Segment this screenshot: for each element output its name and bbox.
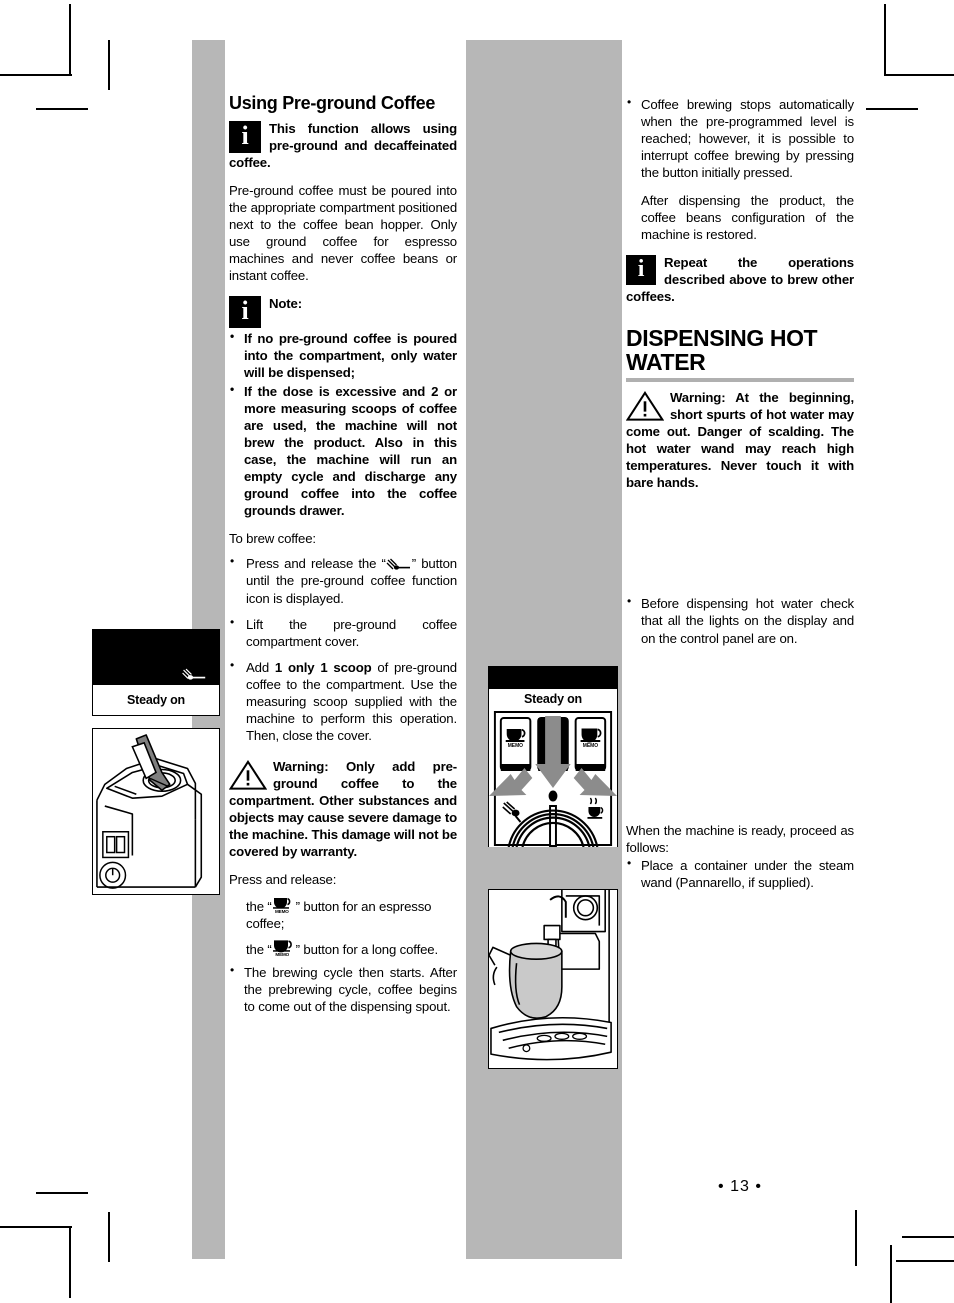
check-lights-list: Before dispensing hot water check that a… — [626, 594, 854, 646]
info-callout-pre-ground: i This function allows using pre-ground a… — [229, 120, 457, 171]
crop-mark-bottom-left-v — [69, 1226, 71, 1298]
pre-ground-coffee-button-icon — [386, 558, 410, 571]
svg-text:MEMO: MEMO — [275, 909, 289, 914]
long-coffee-memo-button-icon: MEMO — [272, 940, 292, 957]
figure-caption: Steady on — [489, 689, 617, 710]
ready-steps-list: Place a container under the steam wand (… — [626, 856, 854, 891]
figure-caption: Steady on — [93, 685, 219, 715]
info-icon: i — [229, 120, 261, 153]
warning-triangle-icon — [626, 391, 664, 421]
info-callout-text: This function allows using pre-ground an… — [229, 120, 457, 170]
step-text-before: Press and release the “ — [246, 556, 386, 572]
section-heading-using-pre-ground-coffee: Using Pre-ground Coffee — [229, 93, 436, 113]
crop-mark-bottom-right-tick-v — [890, 1245, 892, 1301]
crop-mark-bottom-right-tick-h — [902, 1236, 954, 1238]
page-title-line-2: WATER — [626, 348, 706, 375]
info-callout-text: Repeat the operations described above to… — [626, 255, 854, 305]
page-title: DISPENSING HOT WATER — [626, 327, 854, 374]
line-text-after: ” button for a long coffee. — [295, 942, 438, 958]
crop-mark-top-left-v — [69, 4, 71, 76]
line-text-before: the “ — [246, 942, 272, 958]
figure-container-under-steam-wand — [488, 889, 618, 1069]
note-list: If no pre-ground coffee is poured into t… — [229, 329, 457, 519]
press-release-espresso-line: the “ MEMO ” button for an espresso coff… — [229, 895, 457, 932]
manual-page: Using Pre-ground Coffee i This function a… — [0, 0, 954, 1303]
warning-callout-pre-ground: Warning: Only add pre-ground coffee to t… — [229, 758, 457, 860]
note-callout: i Note: — [229, 295, 457, 329]
figure-pre-ground-coffee-display: Steady on — [92, 629, 220, 716]
crop-mark-bottom-left-inner-h — [36, 1192, 88, 1194]
ready-intro-line-2: follows: — [626, 839, 669, 855]
info-callout-repeat: i Repeat the operations described above t… — [626, 254, 854, 305]
crop-mark-bottom-right-outer-v — [855, 1210, 857, 1266]
title-rule — [626, 378, 854, 383]
figure-control-panel: Steady on MEMO MEMO — [488, 688, 618, 847]
crop-mark-top-left-inner-h — [36, 108, 88, 110]
brew-intro: To brew coffee: — [229, 531, 316, 547]
crop-mark-bottom-right-outer-h — [896, 1260, 954, 1262]
note-label: Note: — [269, 296, 302, 312]
paragraph-pre-ground-instructions: Pre-ground coffee must be poured into th… — [229, 182, 457, 284]
background-band-middle — [466, 40, 622, 1259]
press-release-long-coffee-line: the “ MEMO ” button for a long coffee. — [229, 938, 457, 958]
memo-label: MEMO — [508, 743, 523, 749]
list-item: Coffee brewing stops automatically when … — [626, 95, 854, 181]
list-item: The brewing cycle then starts. After the… — [229, 963, 457, 1015]
brew-steps-list: Press and release the “ ” button until t… — [229, 554, 457, 744]
left-text-column: Using Pre-ground Coffee i This function a… — [229, 93, 457, 1026]
crop-mark-bottom-left-h — [0, 1226, 72, 1228]
list-item: Before dispensing hot water check that a… — [626, 594, 854, 646]
crop-mark-top-right-v — [884, 4, 886, 76]
control-panel-illustration: MEMO MEMO — [489, 710, 617, 847]
step-emphasis: 1 only 1 scoop — [274, 659, 372, 675]
jug-illustration — [489, 890, 617, 1068]
page-title-line-1: DISPENSING HOT — [626, 325, 818, 352]
ready-intro-line-1: When the machine is ready, proceed as — [626, 822, 854, 838]
line-text-before: the “ — [246, 898, 272, 914]
step-text-before: Add — [246, 659, 275, 675]
brewing-stops-list: Coffee brewing stops automatically when … — [626, 95, 854, 181]
crop-mark-top-right-inner-h — [866, 108, 918, 110]
crop-mark-top-left-h — [0, 74, 72, 76]
memo-label: MEMO — [583, 743, 598, 749]
espresso-memo-button-icon: MEMO — [272, 897, 291, 914]
warning-callout-hot-water: Warning: At the beginning, short spurts … — [626, 389, 854, 491]
page-number: • 13 • — [718, 1178, 762, 1195]
right-text-column: Coffee brewing stops automatically when … — [626, 95, 854, 902]
info-icon: i — [626, 255, 656, 286]
warning-triangle-icon — [229, 759, 267, 790]
figure-pre-ground-compartment-scoop — [92, 728, 220, 895]
crop-mark-top-left-inner-v — [108, 40, 110, 90]
press-and-release-intro: Press and release: — [229, 871, 337, 887]
info-icon: i — [229, 296, 261, 329]
final-bullet-list: The brewing cycle then starts. After the… — [229, 963, 457, 1015]
list-item-lift-cover: Lift the pre-ground coffee compartment c… — [229, 615, 457, 650]
paragraph-beans-config-restored: After dispensing the product, the coffee… — [641, 193, 854, 243]
list-item: If the dose is excessive and 2 or more m… — [229, 382, 457, 519]
svg-text:MEMO: MEMO — [275, 952, 289, 957]
ready-intro: When the machine is ready, proceed as fo… — [626, 822, 854, 856]
list-item: If no pre-ground coffee is poured into t… — [229, 329, 457, 381]
list-item-press-release-button: Press and release the “ ” button until t… — [229, 554, 457, 606]
list-item-add-scoop: Add 1 only 1 scoop of pre-ground coffee … — [229, 658, 457, 744]
crop-mark-top-right-h — [884, 74, 954, 76]
list-item: Place a container under the steam wand (… — [626, 856, 854, 891]
machine-illustration — [93, 729, 219, 894]
crop-mark-bottom-left-inner-v — [108, 1212, 110, 1262]
